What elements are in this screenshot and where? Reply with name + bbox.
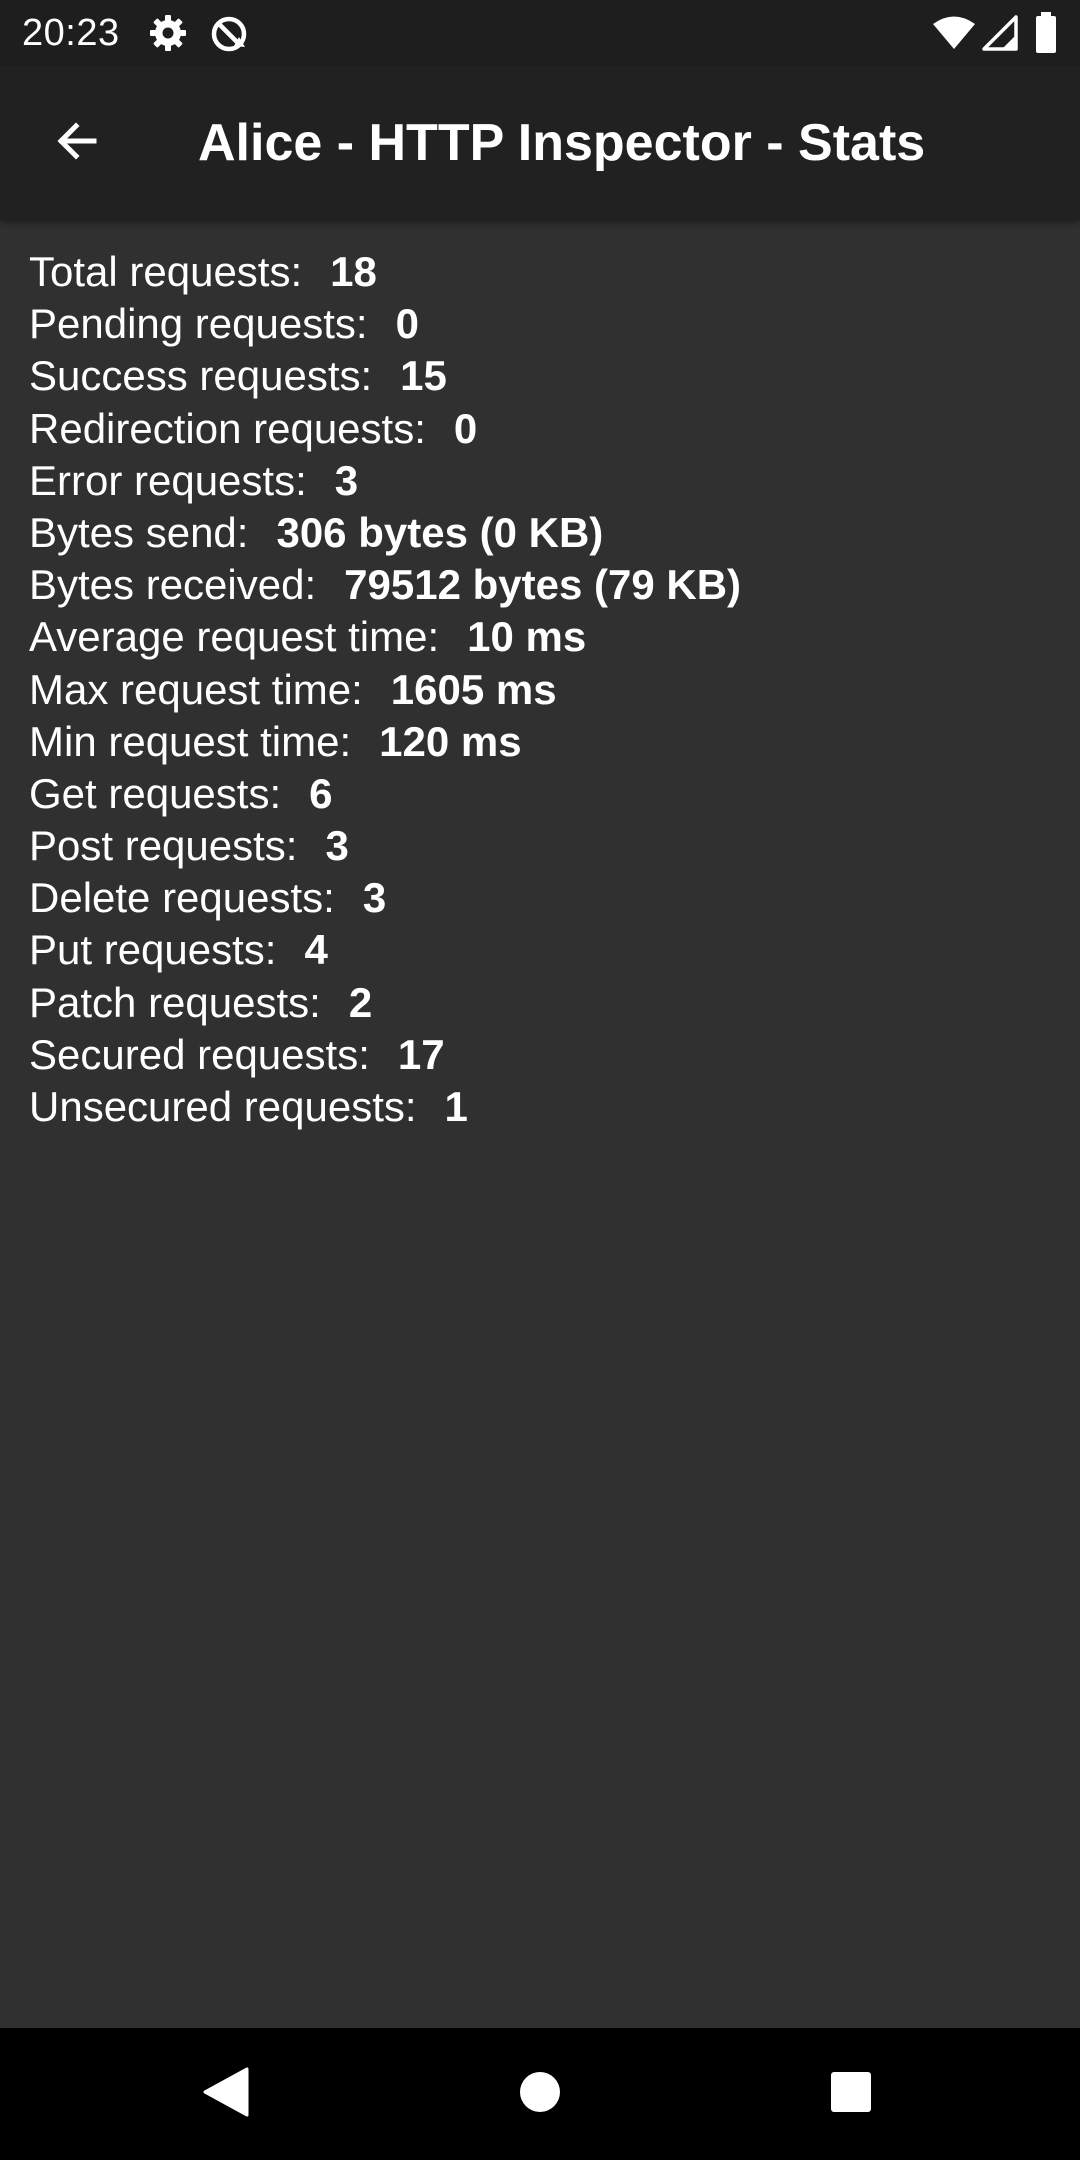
- back-triangle-icon: [203, 2067, 249, 2122]
- stat-value: 3: [325, 822, 349, 870]
- stat-label: Min request time:: [29, 717, 352, 765]
- stat-row: Pending requests: 0: [29, 298, 1059, 350]
- stat-label: Bytes send:: [29, 508, 249, 556]
- stat-row: Total requests: 18: [29, 246, 1059, 298]
- stat-value: 4: [304, 926, 328, 974]
- stat-label: Bytes received:: [29, 561, 317, 609]
- gear-icon: [148, 13, 188, 58]
- stat-label: Post requests:: [29, 822, 298, 870]
- sync-blocked-icon: [208, 13, 250, 60]
- signal-icon: [982, 15, 1018, 56]
- arrow-back-icon: [52, 117, 100, 170]
- nav-back-button[interactable]: [190, 2058, 262, 2130]
- stat-label: Get requests:: [29, 769, 282, 817]
- stat-value: 15: [400, 352, 447, 400]
- recents-square-icon: [829, 2070, 873, 2119]
- stat-value: 2: [348, 978, 373, 1026]
- stat-label: Total requests:: [29, 248, 303, 295]
- stat-label: Success requests:: [29, 352, 373, 400]
- stat-row: Bytes send: 306 bytes (0 KB): [29, 507, 1059, 559]
- stat-row: Error requests: 3: [29, 455, 1059, 507]
- home-circle-icon: [518, 2070, 562, 2119]
- stat-row: Max request time: 1605 ms: [29, 664, 1059, 716]
- wifi-icon: [932, 15, 976, 56]
- battery-icon: [1034, 12, 1058, 59]
- stat-value: 1605 ms: [390, 665, 557, 713]
- stat-row: Success requests: 15: [29, 350, 1059, 402]
- stat-value: 79512 bytes (79 KB): [344, 561, 742, 609]
- stat-row: Put requests: 4: [29, 924, 1059, 976]
- back-button[interactable]: [38, 105, 114, 181]
- navigation-bar: [0, 2028, 1080, 2160]
- stat-label: Average request time:: [29, 613, 440, 661]
- nav-recents-button[interactable]: [815, 2058, 887, 2130]
- stat-label: Redirection requests:: [29, 404, 426, 452]
- stat-value: 17: [397, 1030, 445, 1078]
- stat-row: Secured requests: 17: [29, 1029, 1059, 1081]
- stat-value: 18: [330, 248, 377, 295]
- stat-label: Secured requests:: [29, 1030, 370, 1078]
- nav-home-button[interactable]: [504, 2058, 576, 2130]
- stat-row: Bytes received: 79512 bytes (79 KB): [29, 559, 1059, 611]
- stat-row: Post requests: 3: [29, 820, 1059, 872]
- stat-row: Patch requests: 2: [29, 977, 1059, 1029]
- stat-row: Min request time: 120 ms: [29, 716, 1059, 768]
- stats-list: Total requests: 18 Pending requests: 0 Succe…: [29, 246, 1059, 1133]
- stat-label: Error requests:: [29, 456, 307, 504]
- stat-row: Average request time: 10 ms: [29, 611, 1059, 663]
- stat-label: Put requests:: [29, 926, 277, 974]
- stat-row: Redirection requests: 0: [29, 403, 1059, 455]
- stat-value: 120 ms: [379, 717, 522, 765]
- status-bar: 20:23: [0, 0, 1080, 66]
- page-title: Alice - HTTP Inspector - Stats: [198, 114, 926, 172]
- stat-value: 0: [453, 404, 478, 452]
- stat-row: Unsecured requests: 1: [29, 1081, 1059, 1133]
- stat-value: 10 ms: [467, 613, 587, 661]
- stat-label: Unsecured requests:: [29, 1083, 417, 1130]
- stat-label: Pending requests:: [29, 300, 368, 348]
- stat-value: 6: [309, 769, 333, 817]
- stat-value: 1: [444, 1083, 468, 1130]
- stat-row: Get requests: 6: [29, 768, 1059, 820]
- stat-label: Delete requests:: [29, 874, 335, 922]
- app-bar: Alice - HTTP Inspector - Stats: [0, 66, 1080, 220]
- stat-value: 306 bytes (0 KB): [276, 508, 604, 556]
- stat-row: Delete requests: 3: [29, 872, 1059, 924]
- stat-value: 3: [362, 874, 387, 922]
- status-time: 20:23: [22, 12, 120, 54]
- stat-value: 3: [334, 456, 359, 504]
- stat-label: Max request time:: [29, 665, 363, 713]
- stat-label: Patch requests:: [29, 978, 321, 1026]
- stat-value: 0: [395, 300, 419, 348]
